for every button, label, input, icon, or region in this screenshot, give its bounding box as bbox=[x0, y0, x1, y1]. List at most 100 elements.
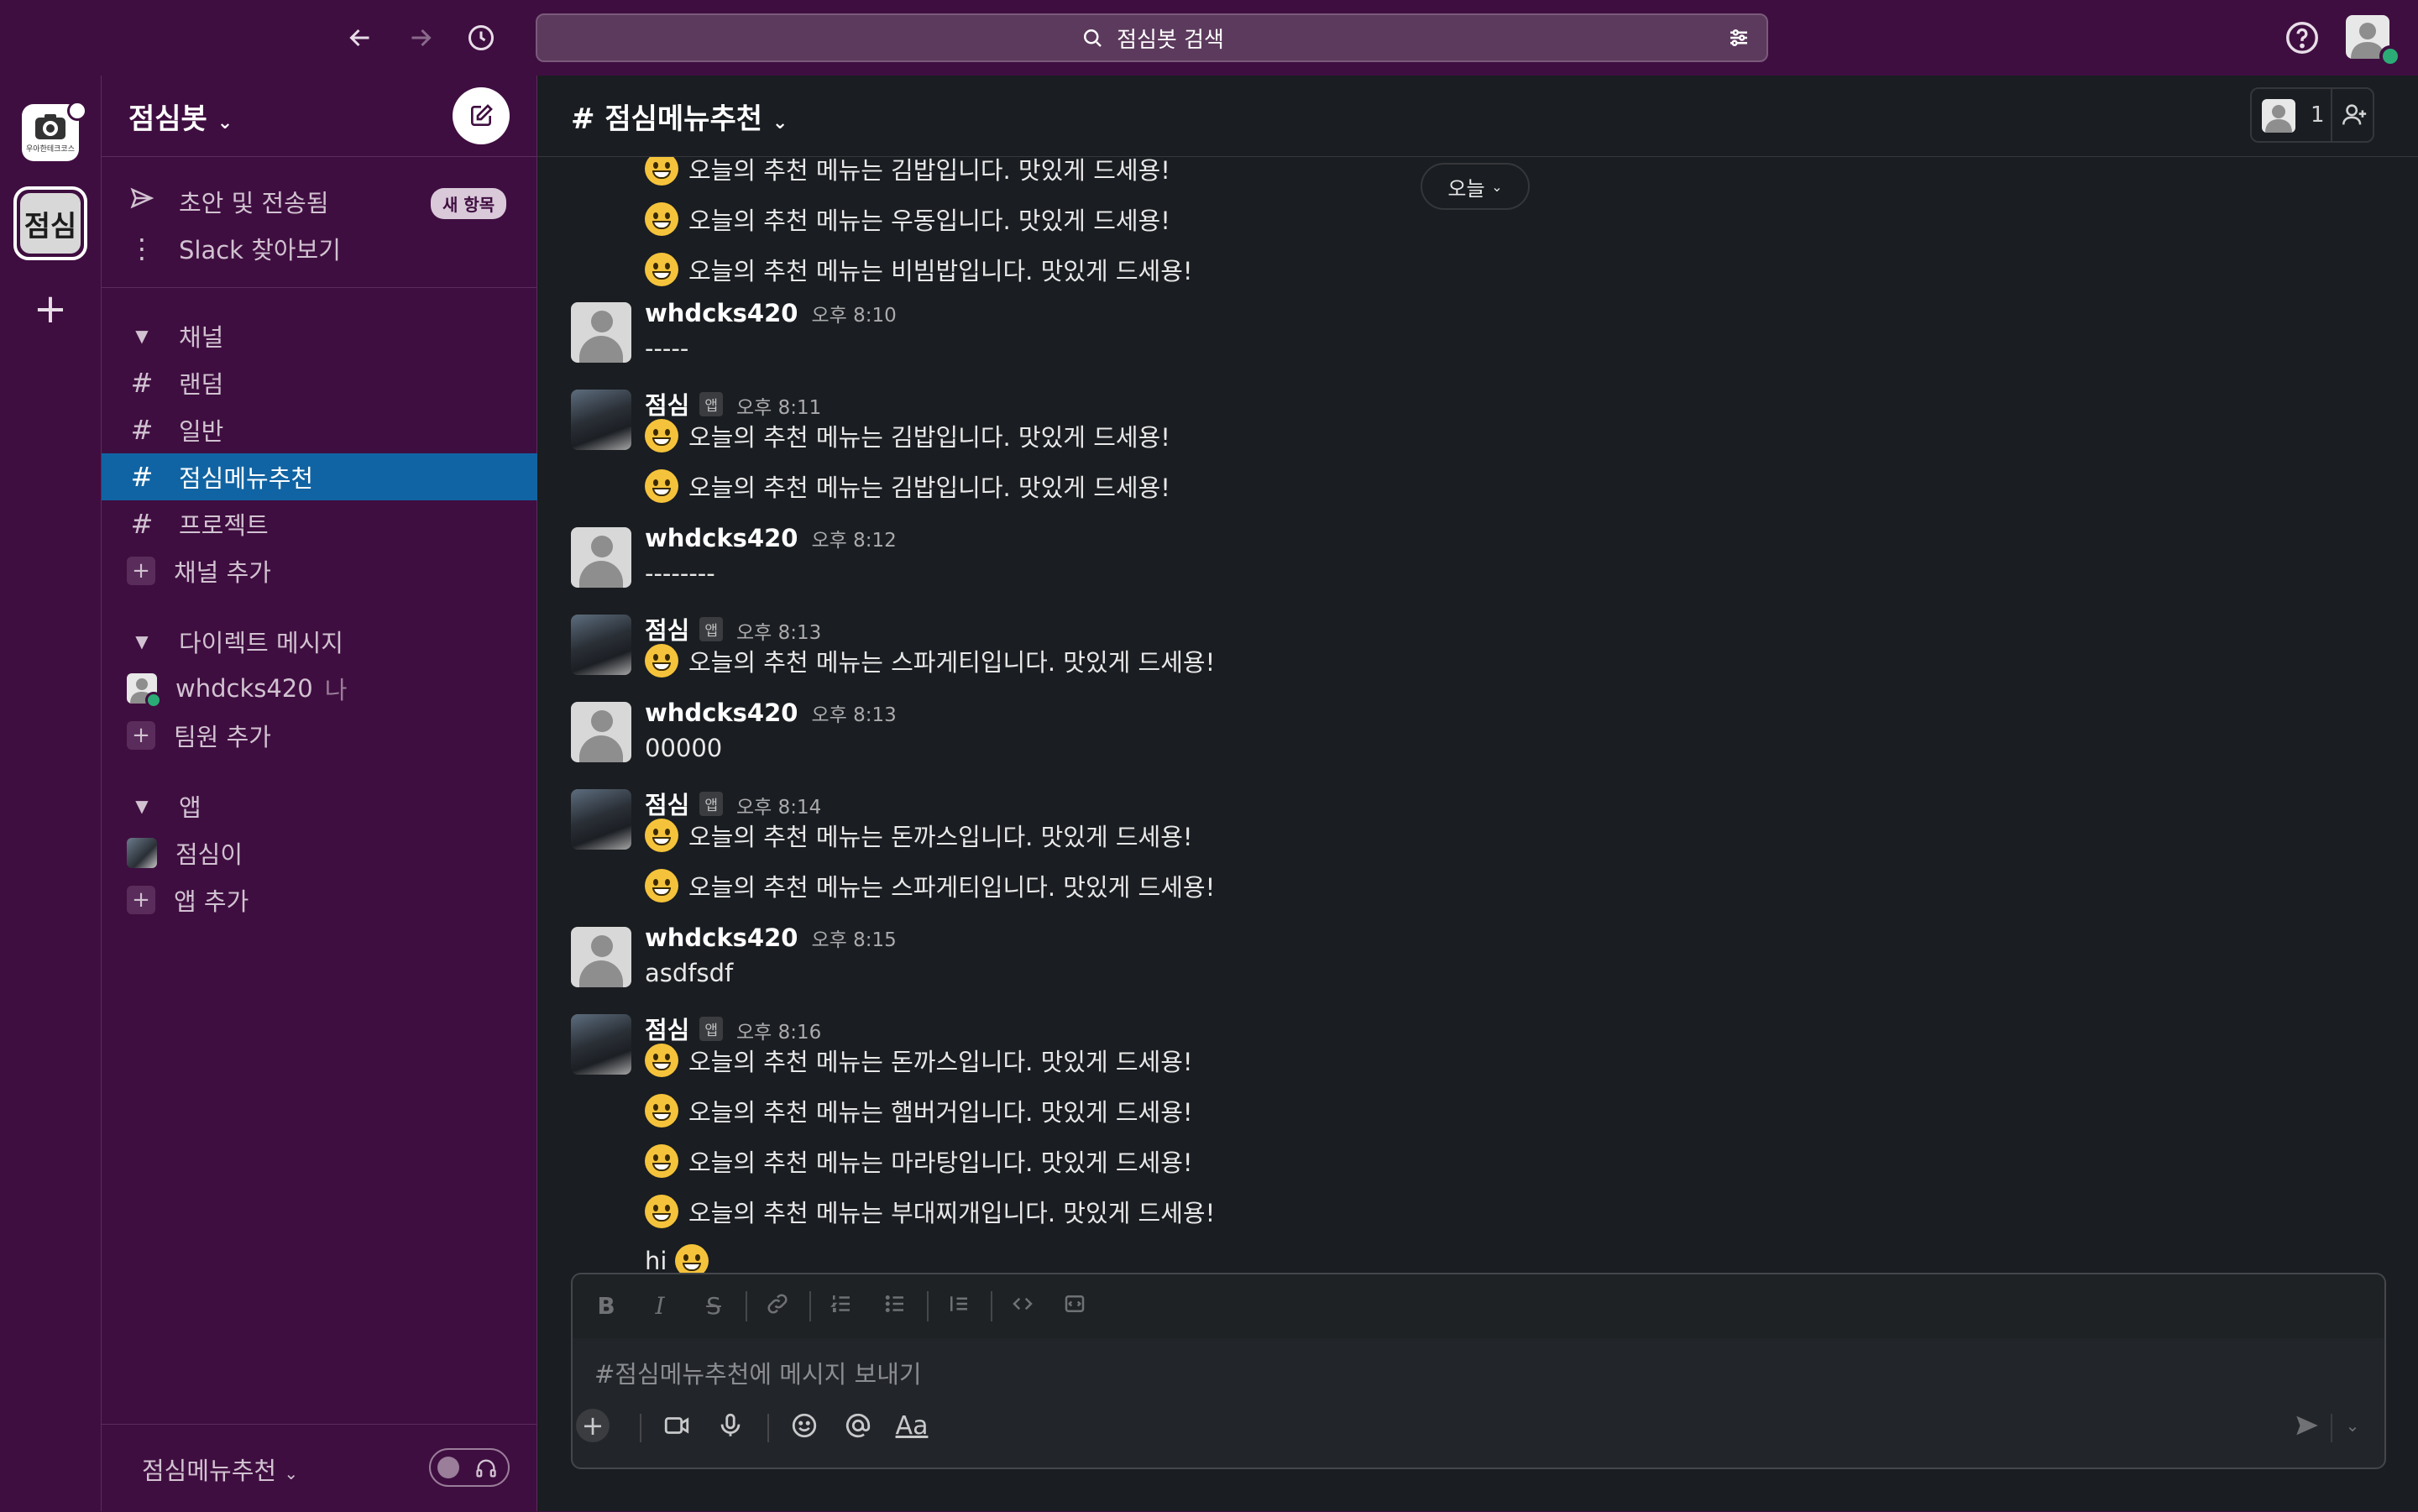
message-line: 오늘의 추천 메뉴는 돈까스입니다. 맛있게 드세용! bbox=[645, 818, 1193, 853]
user-avatar[interactable] bbox=[571, 927, 631, 987]
strikethrough-button[interactable]: S bbox=[699, 1291, 729, 1321]
history-clock-icon[interactable] bbox=[462, 18, 500, 57]
compose-button[interactable] bbox=[453, 87, 510, 144]
message-timestamp[interactable]: 오후 8:14 bbox=[736, 791, 821, 819]
sender-name[interactable]: 점심 bbox=[645, 611, 689, 646]
channel-label: 프로젝트 bbox=[179, 511, 269, 540]
sidebar-item-dm-self[interactable]: whdcks420 나 bbox=[102, 665, 538, 712]
huddle-channel-button[interactable]: 점심메뉴추천 ⌄ bbox=[142, 1452, 298, 1487]
back-arrow-icon[interactable] bbox=[341, 18, 379, 57]
bot-avatar[interactable] bbox=[571, 789, 631, 850]
blockquote-icon bbox=[950, 1296, 967, 1311]
message-timestamp[interactable]: 오후 8:10 bbox=[811, 299, 896, 327]
sidebar-item-channel-random[interactable]: # 랜덤 bbox=[102, 359, 538, 406]
top-bar: 점심봇 검색 bbox=[0, 0, 2418, 76]
toolbar-divider bbox=[927, 1291, 929, 1321]
attach-button[interactable]: + bbox=[576, 1409, 610, 1442]
workspace-name-button[interactable]: 점심봇 ⌄ bbox=[128, 96, 233, 137]
notification-dot bbox=[67, 101, 87, 121]
mention-button[interactable] bbox=[841, 1409, 875, 1442]
workspace-name: 점심봇 bbox=[128, 102, 207, 136]
user-avatar[interactable] bbox=[571, 302, 631, 363]
message-text: 00000 bbox=[645, 734, 723, 762]
sidebar-item-channel-lunch[interactable]: # 점심메뉴추천 bbox=[102, 453, 538, 500]
emoji-button[interactable] bbox=[788, 1409, 821, 1442]
sender-name[interactable]: whdcks420 bbox=[645, 524, 798, 552]
presence-dot bbox=[2379, 45, 2401, 67]
ordered-list-button[interactable] bbox=[826, 1291, 856, 1321]
workspace-active[interactable]: 점심 bbox=[13, 186, 87, 260]
message-text: asdfsdf bbox=[645, 959, 734, 987]
message-timestamp[interactable]: 오후 8:15 bbox=[811, 923, 896, 952]
bot-avatar[interactable] bbox=[571, 1014, 631, 1075]
sender-name[interactable]: whdcks420 bbox=[645, 923, 798, 952]
section-direct-messages[interactable]: ▼ 다이렉트 메시지 bbox=[102, 618, 538, 665]
link-icon bbox=[767, 1294, 788, 1314]
date-divider-pill[interactable]: 오늘 ⌄ bbox=[1421, 163, 1530, 210]
message-text: 오늘의 추천 메뉴는 햄버거입니다. 맛있게 드세용! bbox=[688, 1098, 1193, 1127]
divider bbox=[102, 287, 538, 288]
bot-avatar[interactable] bbox=[571, 390, 631, 450]
add-workspace-icon[interactable]: + bbox=[32, 289, 69, 329]
blockquote-button[interactable] bbox=[944, 1291, 974, 1321]
add-app-button[interactable]: + 앱 추가 bbox=[102, 876, 538, 923]
message-header: whdcks420 오후 8:13 bbox=[645, 698, 897, 727]
section-label: 다이렉트 메시지 bbox=[179, 629, 343, 657]
bulleted-list-button[interactable] bbox=[880, 1291, 910, 1321]
sender-name[interactable]: whdcks420 bbox=[645, 698, 798, 727]
bold-button[interactable]: B bbox=[591, 1291, 621, 1321]
channel-title-button[interactable]: # 점심메뉴추천 ⌄ bbox=[571, 96, 788, 137]
hash-icon: # bbox=[130, 367, 154, 399]
message-timestamp[interactable]: 오후 8:11 bbox=[736, 391, 821, 420]
sender-name[interactable]: whdcks420 bbox=[645, 299, 798, 327]
help-icon[interactable] bbox=[2283, 18, 2321, 57]
toolbar-divider bbox=[2331, 1414, 2332, 1442]
sender-name[interactable]: 점심 bbox=[645, 786, 689, 821]
sidebar-item-drafts[interactable]: 초안 및 전송됨 새 항목 bbox=[102, 178, 538, 225]
message-composer: B I S #점심메뉴추천에 메시지 보내기 + Aa ⌄ bbox=[571, 1273, 2386, 1469]
filter-sliders-icon[interactable] bbox=[1726, 25, 1751, 50]
huddle-toggle[interactable] bbox=[429, 1448, 510, 1487]
section-channels[interactable]: ▼ 채널 bbox=[102, 312, 538, 359]
code-block-icon bbox=[1065, 1295, 1085, 1312]
message-timestamp[interactable]: 오후 8:13 bbox=[811, 698, 896, 727]
channel-label: 랜덤 bbox=[179, 370, 224, 399]
add-channel-button[interactable]: + 채널 추가 bbox=[102, 547, 538, 594]
message-timestamp[interactable]: 오후 8:12 bbox=[811, 524, 896, 552]
message-header: 점심 앱 오후 8:16 bbox=[645, 1011, 821, 1046]
sidebar-item-channel-project[interactable]: # 프로젝트 bbox=[102, 500, 538, 547]
add-member-header-button[interactable] bbox=[2331, 89, 2376, 141]
message-header: 점심 앱 오후 8:14 bbox=[645, 786, 821, 821]
link-button[interactable] bbox=[762, 1291, 793, 1321]
bot-avatar[interactable] bbox=[571, 615, 631, 675]
code-block-button[interactable] bbox=[1060, 1291, 1090, 1321]
audio-clip-button[interactable] bbox=[714, 1409, 747, 1442]
sidebar-item-app[interactable]: 점심이 bbox=[102, 829, 538, 876]
message-input[interactable]: #점심메뉴추천에 메시지 보내기 bbox=[594, 1355, 922, 1390]
section-apps[interactable]: ▼ 앱 bbox=[102, 782, 538, 829]
send-button[interactable] bbox=[2290, 1409, 2324, 1442]
add-member-button[interactable]: + 팀원 추가 bbox=[102, 712, 538, 759]
at-sign-icon bbox=[845, 1413, 871, 1438]
ordered-list-icon bbox=[830, 1295, 850, 1312]
message-timestamp[interactable]: 오후 8:16 bbox=[736, 1016, 821, 1044]
schedule-send-chevron-icon[interactable]: ⌄ bbox=[2336, 1409, 2369, 1442]
code-button[interactable] bbox=[1008, 1291, 1038, 1321]
user-avatar[interactable] bbox=[571, 527, 631, 588]
channel-label: 점심메뉴추천 bbox=[179, 464, 314, 493]
search-bar[interactable]: 점심봇 검색 bbox=[536, 13, 1768, 62]
message-line: 오늘의 추천 메뉴는 비빔밥입니다. 맛있게 드세용! bbox=[645, 252, 1193, 287]
sidebar-item-browse-slack[interactable]: ⋮ Slack 찾아보기 bbox=[102, 225, 538, 272]
video-button[interactable] bbox=[660, 1409, 693, 1442]
sender-name[interactable]: 점심 bbox=[645, 1011, 689, 1046]
microphone-icon bbox=[720, 1413, 741, 1436]
text-style-button[interactable]: Aa bbox=[895, 1409, 929, 1442]
message-line: hi bbox=[645, 1244, 719, 1273]
user-avatar[interactable] bbox=[571, 702, 631, 762]
italic-button[interactable]: I bbox=[645, 1291, 675, 1321]
sender-name[interactable]: 점심 bbox=[645, 386, 689, 421]
forward-arrow-icon[interactable] bbox=[401, 18, 440, 57]
sidebar-item-channel-general[interactable]: # 일반 bbox=[102, 406, 538, 453]
grinning-emoji-icon bbox=[674, 1244, 709, 1273]
message-timestamp[interactable]: 오후 8:13 bbox=[736, 616, 821, 645]
